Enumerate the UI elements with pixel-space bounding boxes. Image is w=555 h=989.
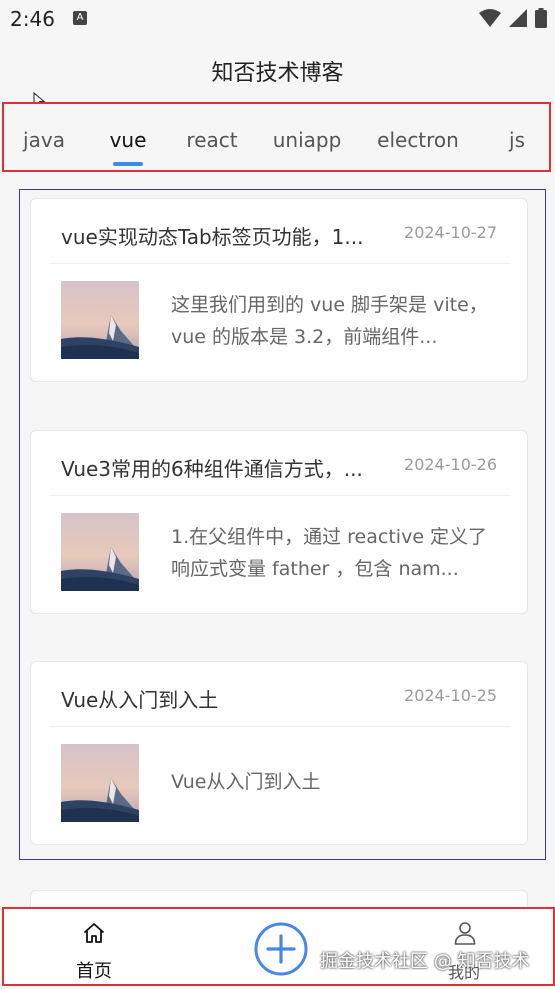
category-tabs: java vue react uniapp electron js [2, 102, 551, 172]
plus-circle-icon [254, 922, 308, 976]
user-icon [454, 922, 476, 945]
status-bar: 2:46 A [0, 0, 555, 38]
nav-home[interactable]: 首页 [64, 921, 124, 982]
tab-uniapp[interactable]: uniapp [273, 128, 342, 152]
signal-icon [509, 9, 527, 27]
battery-icon [535, 8, 547, 28]
article-date: 2024-10-25 [404, 686, 497, 705]
article-date: 2024-10-26 [404, 455, 497, 474]
wifi-icon [479, 9, 501, 27]
article-date: 2024-10-27 [404, 223, 497, 242]
article-title: Vue从入门到入土 [61, 688, 219, 712]
watermark: 掘金技术社区 @ 知否技术 [320, 951, 530, 972]
article-summary: 1.在父组件中，通过 reactive 定义了响应式变量 father ，包含 … [171, 526, 488, 580]
article-thumbnail [61, 744, 139, 822]
article-card[interactable]: Vue从入门到入土 2024-10-25 Vue从入门到入土 [30, 661, 528, 845]
status-time: 2:46 [10, 7, 55, 31]
status-icons [479, 7, 547, 29]
card-divider [49, 726, 511, 727]
card-divider [49, 263, 511, 264]
tab-js[interactable]: js [509, 128, 525, 152]
page-title: 知否技术博客 [211, 61, 344, 86]
app-screen: 2:46 A 知否技术博客 java vue react uniapp elec… [0, 0, 555, 989]
article-title: Vue3常用的6种组件通信方式，... [61, 457, 363, 481]
tab-electron[interactable]: electron [377, 128, 459, 152]
article-summary: 这里我们用到的 vue 脚手架是 vite，vue 的版本是 3.2，前端组件.… [171, 294, 488, 348]
nav-home-label: 首页 [76, 961, 112, 982]
home-icon [84, 923, 104, 943]
article-thumbnail [61, 513, 139, 591]
article-card[interactable]: vue实现动态Tab标签页功能，1... 2024-10-27 这里我们用到的 … [30, 198, 528, 382]
tab-vue[interactable]: vue [110, 128, 147, 152]
article-card[interactable]: Vue3常用的6种组件通信方式，... 2024-10-26 1.在父组件中，通… [30, 430, 528, 614]
tab-java[interactable]: java [23, 128, 65, 152]
card-divider [49, 495, 511, 496]
tab-react[interactable]: react [186, 128, 237, 152]
add-button[interactable] [253, 921, 309, 977]
notification-icon: A [73, 11, 87, 25]
article-summary: Vue从入门到入土 [171, 771, 321, 793]
article-title: vue实现动态Tab标签页功能，1... [61, 225, 364, 249]
active-tab-indicator [113, 162, 143, 166]
article-thumbnail [61, 281, 139, 359]
